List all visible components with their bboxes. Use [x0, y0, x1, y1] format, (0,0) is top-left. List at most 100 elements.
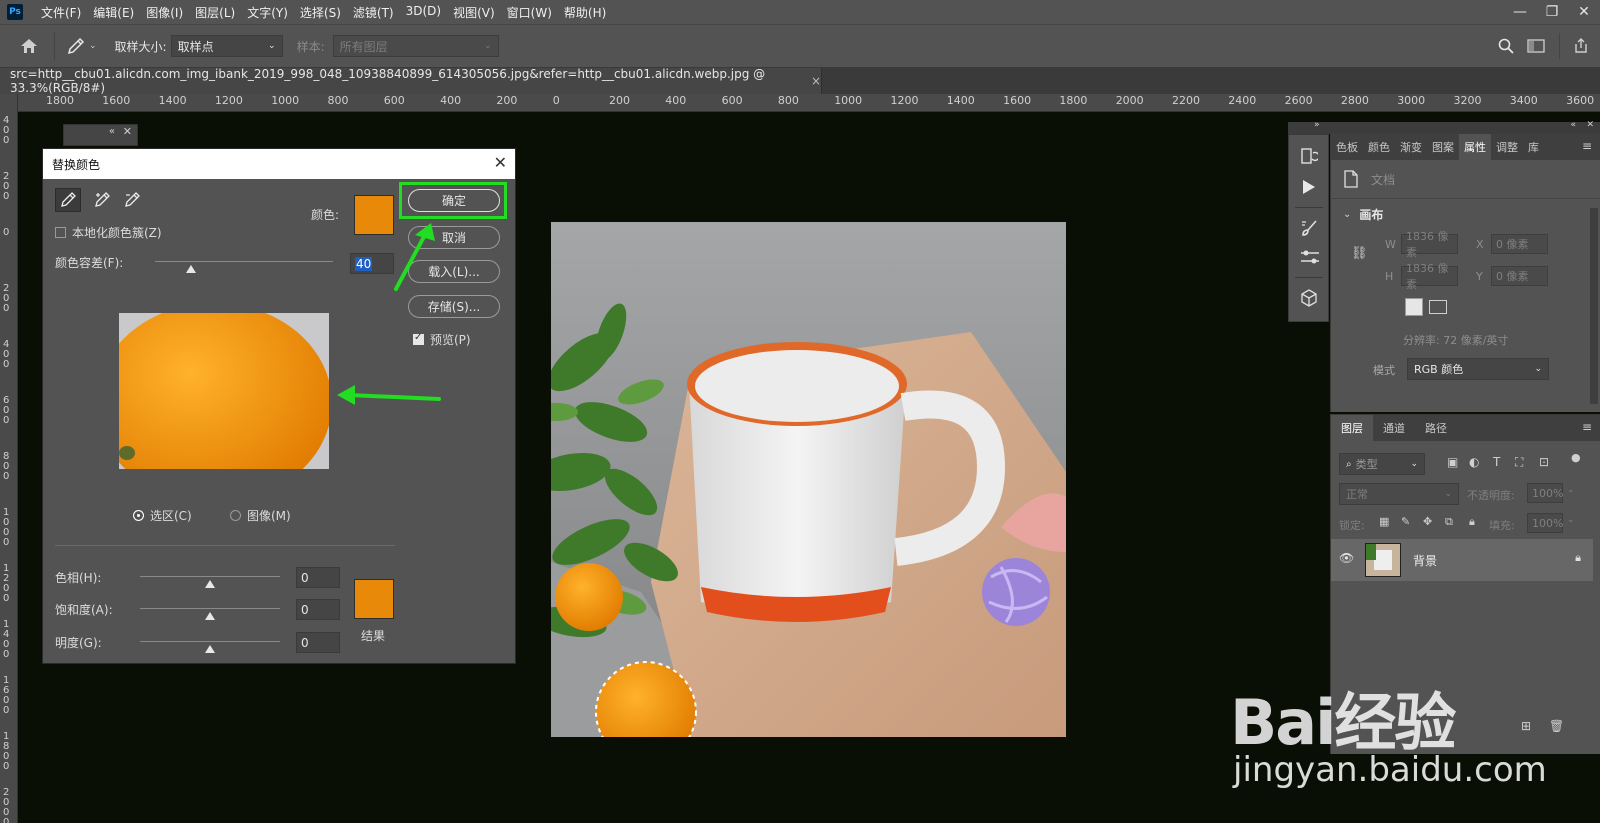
eyedropper-tool-icon[interactable]: ⌄ [67, 37, 97, 55]
properties-scrollbar[interactable] [1590, 208, 1598, 404]
collapse-arrows-icon[interactable]: « [109, 126, 115, 137]
play-icon[interactable] [1302, 179, 1316, 198]
close-window-button[interactable]: ✕ [1568, 0, 1600, 24]
lock-artboard-icon[interactable]: ⧉ [1445, 515, 1453, 529]
filter-toggle-icon[interactable]: ● [1571, 451, 1581, 464]
radio-selection-option[interactable]: 选区(C) [133, 507, 192, 524]
localized-clusters-checkbox[interactable] [55, 227, 66, 238]
lightness-slider-track[interactable] [140, 641, 280, 642]
adjust-sliders-icon[interactable] [1300, 249, 1320, 268]
type-filter-icon[interactable]: T [1493, 455, 1500, 469]
layers-tab[interactable]: 通道 [1373, 415, 1415, 441]
hue-input[interactable]: 0 [296, 567, 340, 588]
visibility-eye-icon[interactable]: 👁︎ [1339, 551, 1354, 565]
lock-all-icon[interactable]: 🔒︎ [1469, 515, 1475, 529]
link-dimensions-icon[interactable]: ⛓ [1351, 246, 1368, 261]
share-icon[interactable] [1568, 38, 1594, 54]
dialog-close-icon[interactable]: ✕ [494, 153, 507, 172]
hue-slider-thumb[interactable] [205, 580, 215, 588]
brush-icon[interactable] [1300, 219, 1318, 240]
radio-selection[interactable] [133, 510, 144, 521]
y-field[interactable]: 0 像素 [1491, 266, 1548, 286]
properties-tab[interactable]: 调整 [1491, 134, 1523, 160]
document-tab[interactable]: src=http__cbu01.alicdn.com_img_ibank_201… [0, 67, 822, 95]
menu-item[interactable]: 图像(I) [140, 4, 189, 21]
properties-tab[interactable]: 库 [1523, 134, 1544, 160]
minimize-button[interactable]: — [1504, 0, 1536, 24]
image-filter-icon[interactable]: ▣ [1447, 455, 1458, 469]
layers-tab[interactable]: 路径 [1415, 415, 1457, 441]
properties-tab[interactable]: 图案 [1427, 134, 1459, 160]
properties-tab[interactable]: 渐变 [1395, 134, 1427, 160]
menu-item[interactable]: 图层(L) [189, 4, 241, 21]
mode-select[interactable]: RGB 颜色 ⌄ [1407, 358, 1549, 380]
saturation-slider-thumb[interactable] [205, 612, 215, 620]
menu-item[interactable]: 视图(V) [447, 4, 501, 21]
close-icon[interactable]: ✕ [123, 125, 132, 138]
document-image[interactable] [551, 222, 1066, 737]
portrait-orientation-button[interactable] [1405, 298, 1423, 316]
menu-item[interactable]: 编辑(E) [87, 4, 140, 21]
search-icon[interactable] [1491, 38, 1521, 54]
opacity-field[interactable]: 100% [1527, 483, 1563, 503]
restore-button[interactable]: ❐ [1536, 0, 1568, 24]
chevron-down-icon[interactable]: ⌄ [89, 41, 97, 51]
menu-item[interactable]: 文字(Y) [241, 4, 294, 21]
fill-field[interactable]: 100% [1527, 513, 1563, 533]
new-layer-icon[interactable]: ⊞ [1521, 719, 1531, 733]
sample-select[interactable]: 所有图层 ⌄ [332, 35, 499, 57]
landscape-orientation-button[interactable] [1429, 300, 1447, 314]
width-field[interactable]: 1836 像素 [1401, 230, 1458, 259]
layer-row[interactable]: 👁︎ 背景 🔒︎ [1331, 539, 1593, 581]
tolerance-slider-thumb[interactable] [185, 265, 196, 273]
radio-image[interactable] [230, 510, 241, 521]
layer-filter-select[interactable]: ⌕ 类型 ⌄ [1339, 453, 1425, 475]
lock-position-icon[interactable]: ✥ [1423, 515, 1432, 528]
collapsed-panel[interactable]: « ✕ [63, 124, 138, 146]
expand-arrows-icon[interactable]: » [1314, 120, 1320, 130]
x-field[interactable]: 0 像素 [1491, 234, 1548, 254]
color-swatch[interactable] [354, 195, 394, 235]
collapse-arrows-icon[interactable]: « [1570, 120, 1576, 130]
ok-button[interactable]: 确定 [408, 189, 500, 212]
home-icon[interactable] [16, 33, 42, 59]
layers-tab[interactable]: 图层 [1331, 415, 1373, 441]
result-swatch[interactable] [354, 579, 394, 619]
lightness-input[interactable]: 0 [296, 632, 340, 653]
saturation-input[interactable]: 0 [296, 599, 340, 620]
height-field[interactable]: 1836 像素 [1401, 262, 1458, 291]
menu-item[interactable]: 选择(S) [294, 4, 347, 21]
radio-image-option[interactable]: 图像(M) [230, 507, 291, 524]
save-button[interactable]: 存储(S)... [408, 295, 500, 318]
canvas-section-header[interactable]: ⌄ 画布 [1343, 206, 1383, 223]
workspace-icon[interactable] [1521, 39, 1551, 53]
chevron-down-icon[interactable]: ⌄ [1567, 515, 1575, 525]
shape-filter-icon[interactable]: ⛶ [1515, 455, 1523, 470]
menu-item[interactable]: 窗口(W) [501, 4, 558, 21]
eyedropper-minus-button[interactable] [119, 188, 145, 212]
properties-tab[interactable]: 色板 [1331, 134, 1363, 160]
eyedropper-button[interactable] [55, 188, 81, 212]
eyedropper-plus-button[interactable] [89, 188, 115, 212]
tolerance-input[interactable]: 40 [350, 253, 394, 274]
preview-option[interactable]: ✓ 预览(P) [413, 331, 471, 348]
smart-object-filter-icon[interactable]: ⊡ [1539, 455, 1549, 469]
panel-menu-icon[interactable]: ≡ [1582, 139, 1592, 153]
properties-tab[interactable]: 属性 [1459, 134, 1491, 160]
lock-transparent-icon[interactable]: ▦ [1379, 515, 1389, 528]
history-icon[interactable] [1300, 147, 1320, 168]
sample-size-select[interactable]: 取样点 ⌄ [170, 35, 283, 57]
menu-item[interactable]: 文件(F) [35, 4, 87, 21]
menu-item[interactable]: 帮助(H) [558, 4, 612, 21]
close-tab-icon[interactable]: × [811, 74, 821, 88]
lightness-slider-thumb[interactable] [205, 645, 215, 653]
load-button[interactable]: 载入(L)... [408, 260, 500, 283]
preview-checkbox[interactable]: ✓ [413, 332, 424, 345]
menu-item[interactable]: 滤镜(T) [347, 4, 400, 21]
saturation-slider-track[interactable] [140, 608, 280, 609]
panel-menu-icon[interactable]: ≡ [1582, 420, 1592, 434]
delete-layer-icon[interactable]: 🗑︎ [1549, 719, 1564, 733]
localized-clusters-option[interactable]: 本地化颜色簇(Z) [55, 224, 162, 241]
cancel-button[interactable]: 取消 [408, 226, 500, 249]
properties-tab[interactable]: 颜色 [1363, 134, 1395, 160]
